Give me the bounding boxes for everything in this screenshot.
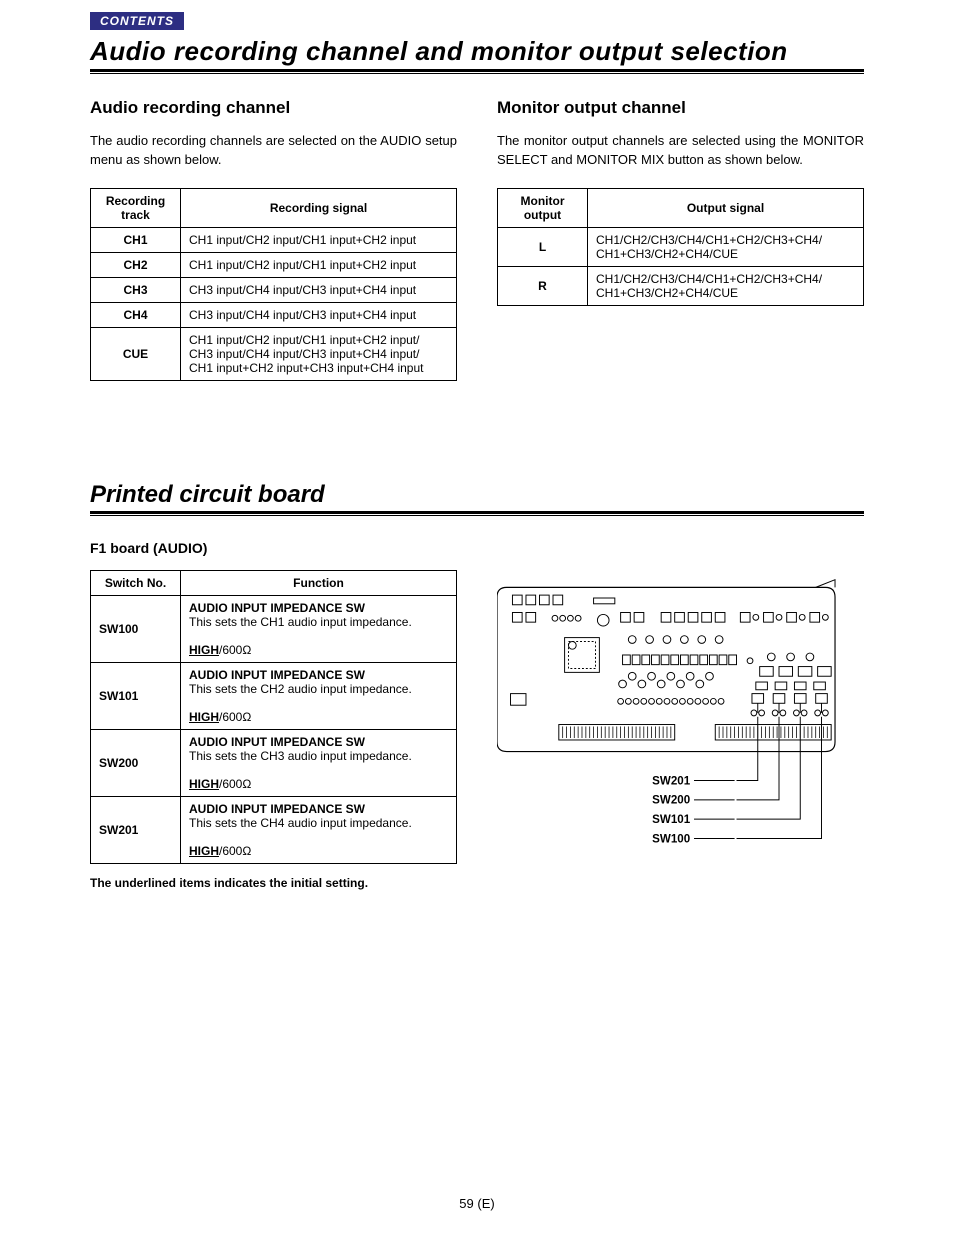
mon-th-signal: Output signal bbox=[588, 188, 864, 227]
page: { "tab_label": "CONTENTS", "title1": "Au… bbox=[0, 0, 954, 1235]
cell-output: R bbox=[498, 266, 588, 305]
cell-func: AUDIO INPUT IMPEDANCE SW This sets the C… bbox=[181, 595, 457, 662]
sw-th-no: Switch No. bbox=[91, 570, 181, 595]
cell-signal: CH1 input/CH2 input/CH1 input+CH2 input/… bbox=[181, 327, 457, 380]
func-setting-rest: /600Ω bbox=[219, 710, 251, 724]
cell-signal: CH1/CH2/CH3/CH4/CH1+CH2/CH3+CH4/ CH1+CH3… bbox=[588, 227, 864, 266]
switch-column: Switch No. Function SW100 AUDIO INPUT IM… bbox=[90, 570, 457, 890]
func-desc: This sets the CH1 audio input impedance. bbox=[189, 615, 448, 629]
func-setting: HIGH/600Ω bbox=[189, 643, 251, 657]
func-setting: HIGH/600Ω bbox=[189, 844, 251, 858]
cell-output: L bbox=[498, 227, 588, 266]
table-row: R CH1/CH2/CH3/CH4/CH1+CH2/CH3+CH4/ CH1+C… bbox=[498, 266, 864, 305]
cell-signal: CH1 input/CH2 input/CH1 input+CH2 input bbox=[181, 252, 457, 277]
rec-th-track: Recording track bbox=[91, 188, 181, 227]
page-title-2: Printed circuit board bbox=[90, 481, 864, 509]
right-column: Monitor output channel The monitor outpu… bbox=[497, 98, 864, 381]
cell-swno: SW200 bbox=[91, 729, 181, 796]
contents-tab[interactable]: CONTENTS bbox=[90, 12, 184, 30]
cell-track: CH4 bbox=[91, 302, 181, 327]
right-paragraph: The monitor output channels are selected… bbox=[497, 132, 864, 170]
sw100-shape bbox=[815, 693, 829, 715]
func-setting-default: HIGH bbox=[189, 777, 219, 791]
cell-signal: CH3 input/CH4 input/CH3 input+CH4 input bbox=[181, 277, 457, 302]
func-setting-default: HIGH bbox=[189, 844, 219, 858]
label-sw201: SW201 bbox=[652, 775, 691, 787]
right-heading: Monitor output channel bbox=[497, 98, 864, 118]
title-rule bbox=[90, 69, 864, 74]
left-paragraph: The audio recording channels are selecte… bbox=[90, 132, 457, 170]
table-row: CH1 CH1 input/CH2 input/CH1 input+CH2 in… bbox=[91, 227, 457, 252]
cell-track: CH2 bbox=[91, 252, 181, 277]
func-setting-rest: /600Ω bbox=[219, 844, 251, 858]
func-title: AUDIO INPUT IMPEDANCE SW bbox=[189, 601, 448, 615]
columns-bottom: Switch No. Function SW100 AUDIO INPUT IM… bbox=[90, 570, 864, 890]
label-sw100: SW100 bbox=[652, 833, 690, 845]
func-title: AUDIO INPUT IMPEDANCE SW bbox=[189, 802, 448, 816]
monitor-table: Monitor output Output signal L CH1/CH2/C… bbox=[497, 188, 864, 306]
cell-signal: CH1/CH2/CH3/CH4/CH1+CH2/CH3+CH4/ CH1+CH3… bbox=[588, 266, 864, 305]
switch-table: Switch No. Function SW100 AUDIO INPUT IM… bbox=[90, 570, 457, 864]
rec-th-signal: Recording signal bbox=[181, 188, 457, 227]
label-sw101: SW101 bbox=[652, 814, 691, 826]
columns-top: Audio recording channel The audio record… bbox=[90, 98, 864, 381]
cell-swno: SW201 bbox=[91, 796, 181, 863]
func-desc: This sets the CH2 audio input impedance. bbox=[189, 682, 448, 696]
mon-th-output: Monitor output bbox=[498, 188, 588, 227]
func-desc: This sets the CH3 audio input impedance. bbox=[189, 749, 448, 763]
func-desc: This sets the CH4 audio input impedance. bbox=[189, 816, 448, 830]
cell-track: CH3 bbox=[91, 277, 181, 302]
recording-table: Recording track Recording signal CH1 CH1… bbox=[90, 188, 457, 381]
table-row: CH3 CH3 input/CH4 input/CH3 input+CH4 in… bbox=[91, 277, 457, 302]
sw101-shape bbox=[793, 693, 807, 715]
cell-track: CUE bbox=[91, 327, 181, 380]
note: The underlined items indicates the initi… bbox=[90, 876, 457, 890]
page-title-1: Audio recording channel and monitor outp… bbox=[90, 36, 864, 67]
func-setting-default: HIGH bbox=[189, 710, 219, 724]
cell-swno: SW100 bbox=[91, 595, 181, 662]
pcb-diagram: SW201 SW200 SW101 SW100 bbox=[497, 570, 864, 879]
cell-signal: CH3 input/CH4 input/CH3 input+CH4 input bbox=[181, 302, 457, 327]
table-row: L CH1/CH2/CH3/CH4/CH1+CH2/CH3+CH4/ CH1+C… bbox=[498, 227, 864, 266]
left-column: Audio recording channel The audio record… bbox=[90, 98, 457, 381]
func-title: AUDIO INPUT IMPEDANCE SW bbox=[189, 735, 448, 749]
label-sw200: SW200 bbox=[652, 794, 690, 806]
func-setting-default: HIGH bbox=[189, 643, 219, 657]
board-figure-column: SW201 SW200 SW101 SW100 bbox=[497, 570, 864, 890]
f1-heading: F1 board (AUDIO) bbox=[90, 540, 864, 556]
sw-th-func: Function bbox=[181, 570, 457, 595]
table-row: CH2 CH1 input/CH2 input/CH1 input+CH2 in… bbox=[91, 252, 457, 277]
sw201-shape bbox=[751, 693, 765, 715]
cell-signal: CH1 input/CH2 input/CH1 input+CH2 input bbox=[181, 227, 457, 252]
table-row: SW101 AUDIO INPUT IMPEDANCE SW This sets… bbox=[91, 662, 457, 729]
func-setting-rest: /600Ω bbox=[219, 777, 251, 791]
left-heading: Audio recording channel bbox=[90, 98, 457, 118]
cell-func: AUDIO INPUT IMPEDANCE SW This sets the C… bbox=[181, 796, 457, 863]
func-setting-rest: /600Ω bbox=[219, 643, 251, 657]
table-row: CUE CH1 input/CH2 input/CH1 input+CH2 in… bbox=[91, 327, 457, 380]
cell-swno: SW101 bbox=[91, 662, 181, 729]
func-setting: HIGH/600Ω bbox=[189, 710, 251, 724]
table-row: SW201 AUDIO INPUT IMPEDANCE SW This sets… bbox=[91, 796, 457, 863]
table-row: SW200 AUDIO INPUT IMPEDANCE SW This sets… bbox=[91, 729, 457, 796]
table-row: SW100 AUDIO INPUT IMPEDANCE SW This sets… bbox=[91, 595, 457, 662]
func-setting: HIGH/600Ω bbox=[189, 777, 251, 791]
cell-func: AUDIO INPUT IMPEDANCE SW This sets the C… bbox=[181, 662, 457, 729]
page-number: 59 (E) bbox=[0, 1196, 954, 1211]
cell-track: CH1 bbox=[91, 227, 181, 252]
cell-func: AUDIO INPUT IMPEDANCE SW This sets the C… bbox=[181, 729, 457, 796]
title-rule-2 bbox=[90, 511, 864, 516]
sw200-shape bbox=[772, 693, 786, 715]
table-row: CH4 CH3 input/CH4 input/CH3 input+CH4 in… bbox=[91, 302, 457, 327]
func-title: AUDIO INPUT IMPEDANCE SW bbox=[189, 668, 448, 682]
